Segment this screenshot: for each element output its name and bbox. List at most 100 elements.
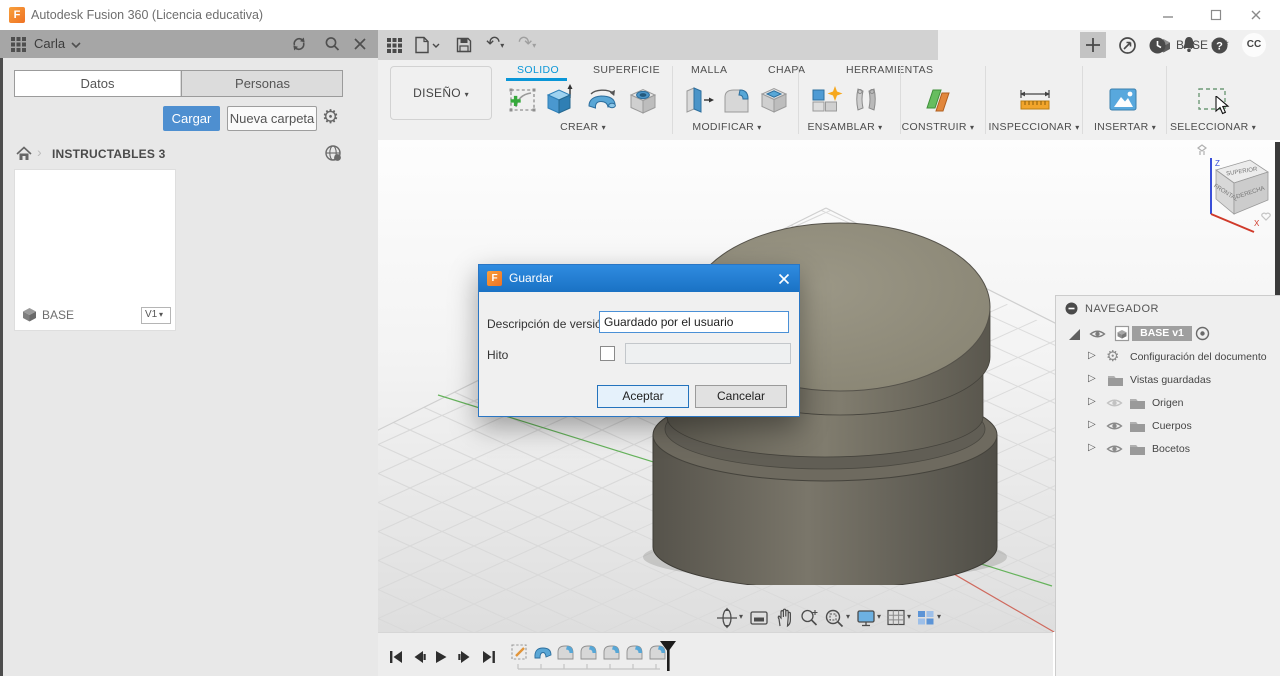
viewports-icon[interactable] bbox=[916, 608, 936, 628]
tree-row-bodies[interactable]: ▷ Cuerpos bbox=[1056, 415, 1280, 437]
search-icon[interactable] bbox=[323, 35, 341, 53]
display-settings-icon[interactable] bbox=[856, 608, 876, 628]
tree-item-label[interactable]: Configuración del documento bbox=[1130, 351, 1267, 363]
chevron-down-icon[interactable] bbox=[70, 40, 82, 50]
apps-grid-icon[interactable] bbox=[10, 36, 27, 53]
timeline-feature-fillet[interactable] bbox=[603, 645, 620, 660]
expand-arrow-icon[interactable]: ▷ bbox=[1088, 350, 1096, 361]
version-dropdown[interactable]: V1 ▾ bbox=[141, 307, 171, 324]
dialog-titlebar[interactable]: F Guardar bbox=[479, 265, 799, 292]
tree-item-label[interactable]: Vistas guardadas bbox=[1130, 374, 1211, 386]
collapse-panel-icon[interactable] bbox=[1065, 302, 1078, 315]
ribbon-tab-malla[interactable]: MALLA bbox=[691, 64, 727, 76]
workspace-selector[interactable]: DISEÑO ▾ bbox=[390, 66, 492, 120]
tree-row-saved-views[interactable]: ▷ Vistas guardadas bbox=[1056, 369, 1280, 391]
timeline-feature-sketch[interactable] bbox=[511, 644, 527, 660]
fillet-icon[interactable] bbox=[718, 83, 754, 117]
timeline-feature-fillet[interactable] bbox=[557, 645, 574, 660]
show-data-panel-grid-icon[interactable] bbox=[386, 37, 403, 54]
minimize-button[interactable] bbox=[1160, 7, 1176, 23]
construct-plane-icon[interactable] bbox=[920, 82, 956, 118]
timeline-feature-revolve[interactable] bbox=[534, 647, 552, 659]
timeline-feature-fillet[interactable] bbox=[649, 645, 666, 660]
redo-button[interactable]: ↷▾ bbox=[518, 33, 536, 53]
visibility-eye-icon[interactable] bbox=[1106, 419, 1123, 433]
refresh-icon[interactable] bbox=[290, 35, 308, 53]
press-pull-icon[interactable] bbox=[680, 83, 716, 117]
group-label-insertar[interactable]: INSERTAR ▾ bbox=[1094, 121, 1156, 133]
skip-to-start-button[interactable] bbox=[388, 649, 404, 665]
save-button[interactable] bbox=[455, 36, 473, 54]
close-window-button[interactable] bbox=[1248, 7, 1264, 23]
ribbon-tab-solido[interactable]: SOLIDO bbox=[517, 64, 559, 76]
grid-settings-icon[interactable] bbox=[886, 608, 906, 628]
extensions-icon[interactable] bbox=[1118, 36, 1137, 55]
dropdown-arrow-icon[interactable]: ▾ bbox=[846, 612, 850, 621]
timeline-feature-fillet[interactable] bbox=[580, 645, 597, 660]
project-user-name[interactable]: Carla bbox=[34, 30, 65, 58]
timeline-feature-fillet[interactable] bbox=[626, 645, 643, 660]
tree-row-document-settings[interactable]: ▷ ⚙ Configuración del documento bbox=[1056, 346, 1280, 368]
tree-root-label[interactable]: BASE v1 bbox=[1132, 326, 1192, 341]
shell-icon[interactable] bbox=[756, 83, 792, 117]
zoom-icon[interactable] bbox=[799, 608, 819, 628]
visibility-eye-off-icon[interactable] bbox=[1106, 396, 1123, 410]
milestone-checkbox[interactable] bbox=[600, 346, 615, 361]
activate-radio-icon[interactable] bbox=[1195, 326, 1210, 341]
group-label-construir[interactable]: CONSTRUIR ▾ bbox=[902, 121, 975, 133]
version-description-input[interactable] bbox=[599, 311, 789, 333]
breadcrumb[interactable]: INSTRUCTABLES 3 bbox=[52, 147, 165, 161]
home-icon[interactable] bbox=[16, 146, 32, 161]
step-back-button[interactable] bbox=[411, 649, 427, 665]
dropdown-arrow-icon[interactable]: ▾ bbox=[877, 612, 881, 621]
maximize-button[interactable] bbox=[1208, 7, 1224, 23]
visibility-eye-icon[interactable] bbox=[1089, 327, 1106, 341]
dropdown-arrow-icon[interactable]: ▾ bbox=[739, 612, 743, 621]
job-status-clock-icon[interactable] bbox=[1148, 36, 1167, 55]
sync-globe-icon[interactable] bbox=[324, 144, 343, 163]
viewcube[interactable]: Z X SUPERIOR FRONTAL DERECHA bbox=[1188, 142, 1276, 234]
expand-arrow-icon[interactable]: ▷ bbox=[1088, 396, 1096, 407]
tree-row-sketches[interactable]: ▷ Bocetos bbox=[1056, 438, 1280, 460]
tree-row-root[interactable]: BASE v1 bbox=[1056, 323, 1280, 345]
expand-arrow-icon[interactable]: ▷ bbox=[1088, 442, 1096, 453]
ribbon-tab-chapa[interactable]: CHAPA bbox=[768, 64, 805, 76]
tab-datos[interactable]: Datos bbox=[15, 71, 180, 96]
project-card[interactable]: BASE V1 ▾ bbox=[15, 170, 175, 330]
account-avatar[interactable]: CC bbox=[1242, 33, 1266, 57]
visibility-eye-icon[interactable] bbox=[1106, 442, 1123, 456]
new-folder-button[interactable]: Nueva carpeta bbox=[227, 106, 317, 131]
dropdown-arrow-icon[interactable]: ▾ bbox=[937, 612, 941, 621]
accept-button[interactable]: Aceptar bbox=[597, 385, 689, 408]
tree-item-label[interactable]: Cuerpos bbox=[1152, 420, 1192, 432]
tree-item-label[interactable]: Bocetos bbox=[1152, 443, 1190, 455]
expand-arrow-icon[interactable]: ▷ bbox=[1088, 373, 1096, 384]
group-label-crear[interactable]: CREAR ▾ bbox=[560, 121, 606, 133]
hole-icon[interactable] bbox=[625, 82, 661, 118]
zoom-fit-icon[interactable] bbox=[823, 607, 845, 629]
undo-button[interactable]: ↶▾ bbox=[486, 33, 504, 53]
file-menu-button[interactable] bbox=[413, 36, 441, 54]
group-label-ensamblar[interactable]: ENSAMBLAR ▾ bbox=[807, 121, 882, 133]
tab-personas[interactable]: Personas bbox=[181, 71, 343, 96]
tree-row-origin[interactable]: ▷ Origen bbox=[1056, 392, 1280, 414]
tree-item-label[interactable]: Origen bbox=[1152, 397, 1184, 409]
joint-icon[interactable] bbox=[848, 83, 884, 117]
play-button[interactable] bbox=[433, 649, 449, 665]
look-at-icon[interactable] bbox=[749, 608, 769, 628]
new-tab-button[interactable] bbox=[1080, 32, 1106, 58]
extrude-icon[interactable] bbox=[541, 82, 577, 118]
ribbon-tab-herramientas[interactable]: HERRAMIENTAS bbox=[846, 64, 933, 76]
close-panel-icon[interactable] bbox=[352, 36, 368, 52]
close-dialog-icon[interactable] bbox=[777, 272, 791, 286]
group-label-modificar[interactable]: MODIFICAR ▾ bbox=[692, 121, 761, 133]
create-sketch-icon[interactable] bbox=[506, 84, 540, 118]
group-label-seleccionar[interactable]: SELECCIONAR ▾ bbox=[1170, 121, 1256, 133]
orbit-icon[interactable] bbox=[716, 607, 738, 629]
ribbon-tab-superficie[interactable]: SUPERFICIE bbox=[593, 64, 660, 76]
step-forward-button[interactable] bbox=[457, 649, 473, 665]
notifications-bell-icon[interactable] bbox=[1180, 35, 1198, 54]
insert-image-icon[interactable] bbox=[1106, 84, 1140, 116]
upload-button[interactable]: Cargar bbox=[163, 106, 220, 131]
revolve-icon[interactable] bbox=[585, 84, 621, 118]
